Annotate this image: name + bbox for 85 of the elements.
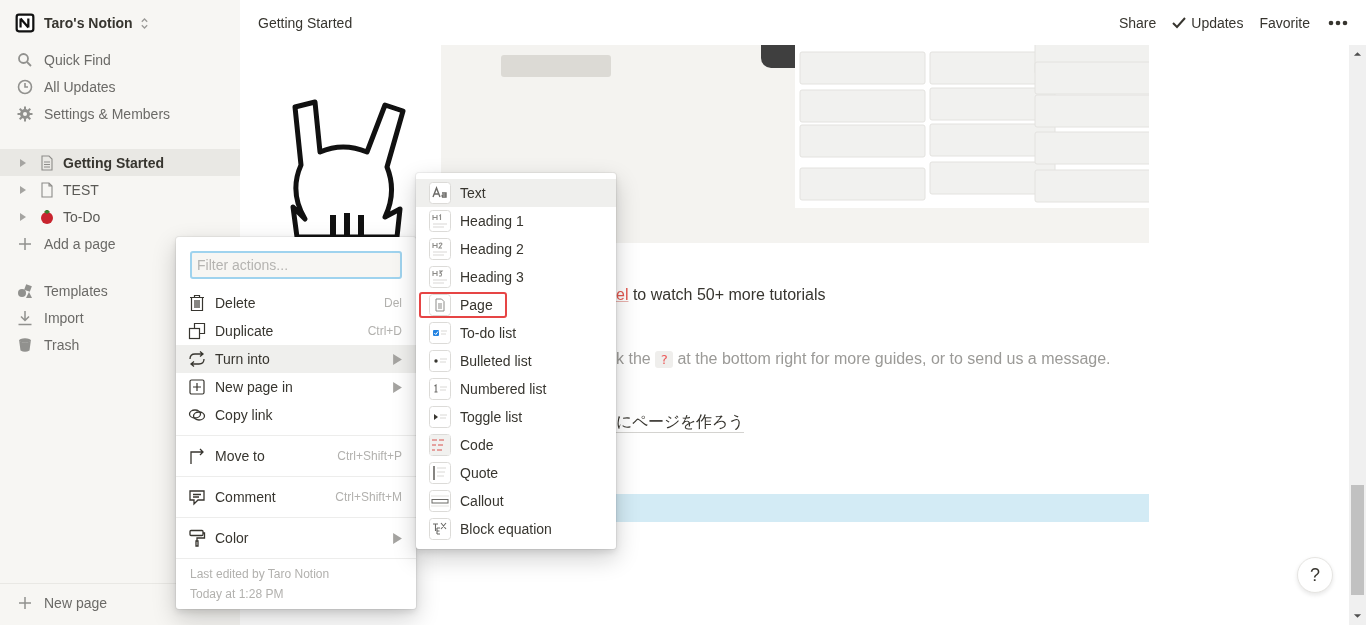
expand-triangle-icon[interactable]	[19, 184, 27, 195]
shapes-icon	[17, 282, 33, 299]
sidebar-page[interactable]: To-Do	[0, 203, 240, 230]
code-block-icon	[429, 434, 451, 456]
topbar-button[interactable]: Favorite	[1259, 14, 1310, 31]
menu-item[interactable]: Duplicate Ctrl+D	[176, 317, 416, 345]
workspace-name[interactable]: Taro's Notion	[44, 15, 133, 31]
topbar-button[interactable]: Updates	[1172, 14, 1244, 31]
h2-block-icon	[429, 238, 451, 260]
shortcut-text: Ctrl+D	[367, 324, 402, 338]
clock-icon	[17, 78, 33, 95]
bullet-block-icon	[429, 350, 451, 372]
menu-item[interactable]: New page in	[176, 373, 416, 401]
block-type-item[interactable]: Toggle list	[416, 403, 616, 431]
sidebar-item[interactable]: Quick Find	[0, 46, 240, 73]
tomato-icon	[39, 208, 55, 225]
menu-item[interactable]: Delete Del	[176, 289, 416, 317]
filter-field[interactable]: Filter actions...	[190, 251, 402, 279]
tutorial-text: el to watch 50+ more tutorials	[616, 285, 827, 305]
scroll-up-icon[interactable]	[1353, 51, 1362, 57]
block-type-item[interactable]: Quote	[416, 459, 616, 487]
more-icon[interactable]	[1328, 19, 1348, 26]
block-type-item[interactable]: Heading 3	[416, 263, 616, 291]
plus-box-icon	[188, 378, 206, 396]
menu-item[interactable]: Copy link	[176, 401, 416, 429]
link-icon	[188, 406, 206, 424]
menu-item[interactable]: Color	[176, 524, 416, 552]
chevron-up-down-icon[interactable]	[139, 16, 149, 30]
help-text: k the ? at the bottom right for more guides, or to send us a message.	[616, 349, 1112, 370]
breadcrumb[interactable]: Getting Started	[258, 14, 353, 31]
download-icon	[17, 309, 33, 326]
paint-roller-icon	[188, 529, 206, 547]
block-type-item[interactable]: Callout	[416, 487, 616, 515]
block-type-item[interactable]: Heading 1	[416, 207, 616, 235]
toggle-block-icon	[429, 406, 451, 428]
page-block-icon	[429, 294, 451, 316]
search-icon	[17, 51, 33, 68]
numbered-block-icon	[429, 378, 451, 400]
check-icon	[1172, 16, 1187, 29]
sidebar-page[interactable]: TEST	[0, 176, 240, 203]
shortcut-text: Del	[384, 296, 402, 310]
plus-icon	[17, 595, 33, 611]
document-icon	[39, 154, 55, 171]
block-type-item[interactable]: Text	[416, 179, 616, 207]
plus-icon	[17, 235, 33, 252]
h3-block-icon	[429, 266, 451, 288]
todo-block-icon	[429, 322, 451, 344]
h1-block-icon	[429, 210, 451, 232]
sidebar-item[interactable]: All Updates	[0, 73, 240, 100]
arrows-icon	[188, 350, 206, 368]
edited-info-text: Last edited by Taro Notion	[190, 567, 331, 581]
equation-block-icon	[429, 518, 451, 540]
block-type-item[interactable]: Numbered list	[416, 375, 616, 403]
settings-icon	[17, 105, 33, 122]
text-block-icon	[429, 182, 451, 204]
quote-block-icon	[429, 462, 451, 484]
comment-icon	[188, 488, 206, 506]
block-type-item[interactable]: Code	[416, 431, 616, 459]
scroll-down-icon[interactable]	[1353, 613, 1362, 619]
duplicate-icon	[188, 322, 206, 340]
block-type-item[interactable]: Bulleted list	[416, 347, 616, 375]
bin-icon	[17, 336, 33, 353]
page-icon	[39, 181, 55, 198]
shortcut-text: Ctrl+Shift+P	[337, 449, 402, 463]
sidebar-item[interactable]: Settings & Members	[0, 100, 240, 127]
scrollbar[interactable]	[1349, 45, 1366, 625]
expand-triangle-icon[interactable]	[19, 211, 27, 222]
callout-block-icon	[429, 490, 451, 512]
help-button[interactable]: ?	[1297, 557, 1333, 593]
block-type-item[interactable]: Heading 2	[416, 235, 616, 263]
notion-logo-icon	[15, 13, 35, 33]
sidebar-page[interactable]: Getting Started	[0, 149, 240, 176]
expand-triangle-icon[interactable]	[19, 157, 27, 168]
trash-icon	[188, 294, 206, 312]
menu-item[interactable]: Comment Ctrl+Shift+M	[176, 483, 416, 511]
scrollbar-thumb[interactable]	[1351, 485, 1364, 595]
block-type-item[interactable]: Block equation	[416, 515, 616, 543]
channel-link[interactable]: el	[616, 286, 629, 303]
menu-item[interactable]: Turn into	[176, 345, 416, 373]
menu-item[interactable]: Move to Ctrl+Shift+P	[176, 442, 416, 470]
block-type-item[interactable]: Page	[418, 291, 508, 319]
topbar-button[interactable]: Share	[1118, 14, 1157, 31]
block-type-item[interactable]: To-do list	[416, 319, 616, 347]
shortcut-text: Ctrl+Shift+M	[335, 490, 402, 504]
move-arrow-icon	[188, 447, 206, 465]
